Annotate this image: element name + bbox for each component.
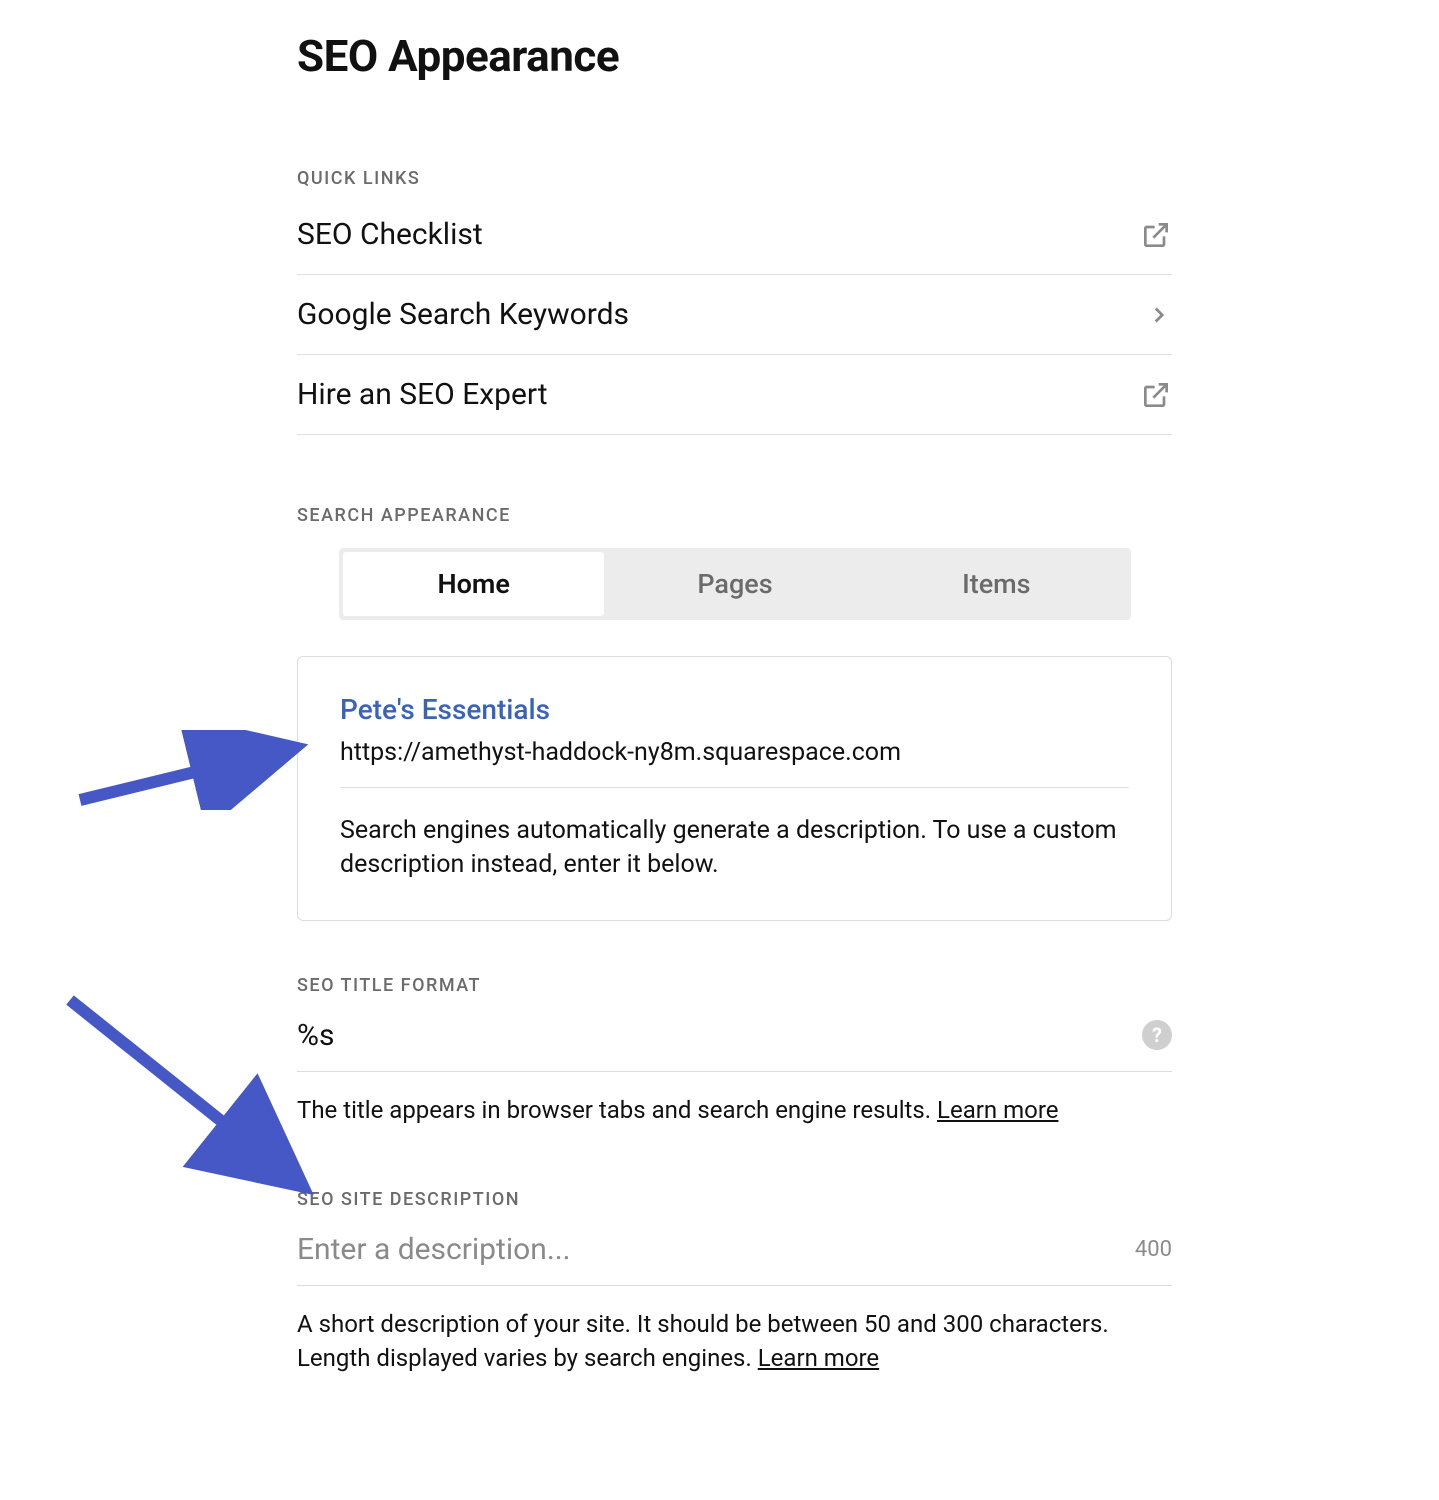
tab-home[interactable]: Home <box>343 552 604 616</box>
preview-site-title: Pete's Essentials <box>340 693 1129 726</box>
tab-pages[interactable]: Pages <box>604 552 865 616</box>
helper-text-content: The title appears in browser tabs and se… <box>297 1096 937 1124</box>
external-link-icon <box>1140 219 1172 251</box>
tab-items[interactable]: Items <box>866 552 1127 616</box>
external-link-icon <box>1140 379 1172 411</box>
seo-site-description-label: SEO SITE DESCRIPTION <box>297 1189 1172 1210</box>
input-value: %s <box>297 1018 334 1053</box>
quick-links-list: SEO Checklist Google Search Keywords Hir… <box>297 211 1172 435</box>
seo-site-description-input[interactable]: Enter a description... 400 <box>297 1232 1172 1286</box>
search-preview-card: Pete's Essentials https://amethyst-haddo… <box>297 656 1172 921</box>
divider <box>340 787 1129 788</box>
seo-title-format-section: SEO TITLE FORMAT %s ? The title appears … <box>297 975 1172 1128</box>
learn-more-link[interactable]: Learn more <box>937 1096 1058 1124</box>
char-counter: 400 <box>1135 1237 1172 1262</box>
learn-more-link[interactable]: Learn more <box>758 1344 879 1372</box>
chevron-right-icon <box>1146 302 1172 328</box>
helper-text: The title appears in browser tabs and se… <box>297 1094 1172 1128</box>
settings-panel: SEO Appearance QUICK LINKS SEO Checklist… <box>297 30 1172 1437</box>
link-label: Hire an SEO Expert <box>297 377 548 412</box>
quick-link-hire-expert[interactable]: Hire an SEO Expert <box>297 355 1172 435</box>
quick-links-label: QUICK LINKS <box>297 168 1172 189</box>
preview-description: Search engines automatically generate a … <box>340 814 1129 882</box>
quick-link-google-keywords[interactable]: Google Search Keywords <box>297 275 1172 355</box>
page-title: SEO Appearance <box>297 30 1172 82</box>
help-icon[interactable]: ? <box>1142 1020 1172 1050</box>
link-label: SEO Checklist <box>297 217 483 252</box>
preview-site-url: https://amethyst-haddock-ny8m.squarespac… <box>340 738 1129 767</box>
quick-link-seo-checklist[interactable]: SEO Checklist <box>297 211 1172 275</box>
seo-site-description-section: SEO SITE DESCRIPTION Enter a description… <box>297 1189 1172 1375</box>
helper-text-content: A short description of your site. It sho… <box>297 1310 1109 1372</box>
helper-text: A short description of your site. It sho… <box>297 1308 1172 1375</box>
input-placeholder: Enter a description... <box>297 1232 571 1267</box>
annotation-arrow-1 <box>70 730 310 810</box>
search-appearance-label: SEARCH APPEARANCE <box>297 505 1172 526</box>
search-appearance-tabs: Home Pages Items <box>339 548 1131 620</box>
link-label: Google Search Keywords <box>297 297 629 332</box>
annotation-arrow-2 <box>60 990 320 1200</box>
seo-title-format-input[interactable]: %s ? <box>297 1018 1172 1072</box>
seo-title-format-label: SEO TITLE FORMAT <box>297 975 1172 996</box>
